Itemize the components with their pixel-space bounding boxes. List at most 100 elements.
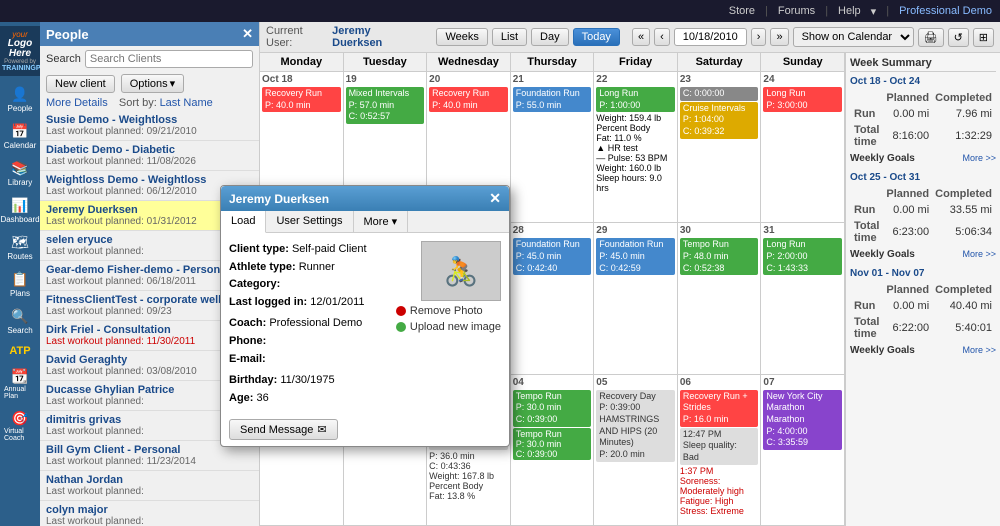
calendar-cell[interactable]: 30Tempo Run P: 48.0 min C: 0:52:38 [678,223,762,373]
demo-link[interactable]: Professional Demo [899,5,992,17]
calendar-event[interactable]: Recovery Run P: 40.0 min [429,87,508,112]
sidebar-item-library[interactable]: 📚 Library [2,156,38,191]
table-row: Total time8:16:001:32:29 [852,123,994,149]
calendar-cell[interactable]: 06Recovery Run + Strides P: 16.0 min12:4… [678,375,762,525]
send-message-button[interactable]: Send Message ✉ [229,419,338,440]
calendar-event[interactable]: Tempo Run P: 30.0 min C: 0:39:00 [513,428,592,460]
options-label: Options [130,78,168,90]
goals-more-link[interactable]: More >> [962,249,996,260]
client-name: Susie Demo - Weightloss [46,114,253,126]
calendar-event[interactable]: Mixed Intervals P: 57.0 min C: 0:52:57 [346,87,425,124]
calendar-cell[interactable]: 23C: 0:00:00Cruise Intervals P: 1:04:00 … [678,72,762,222]
client-date: Last workout planned: [46,516,253,526]
tab-load[interactable]: Load [221,211,266,233]
sidebar-item-routes[interactable]: 🗺 Routes [2,230,38,265]
upload-photo-button[interactable]: Upload new image [396,321,501,333]
nav-last-button[interactable]: » [770,28,788,46]
nav-routes-label: Routes [7,252,32,261]
logo-logo: Logo Here [2,39,38,59]
sidebar-header: People ✕ [40,22,259,46]
cell-date: 04 [513,377,592,388]
summary-range: Nov 01 - Nov 07 [850,268,996,279]
sidebar-item-annualplan[interactable]: 📆 Annual Plan [2,364,38,404]
view-today-button[interactable]: Today [573,28,620,46]
sidebar-item-atp[interactable]: ATP [2,341,38,362]
help-link[interactable]: Help [838,5,861,17]
new-client-button[interactable]: New client [46,75,115,93]
coach-row: Coach: Professional Demo [229,315,388,333]
calendar-cell[interactable]: 28 Foundation Run P: 45.0 min C: 0:42:40 [511,223,595,373]
calendar-cell[interactable]: 21Foundation Run P: 55.0 min [511,72,595,222]
nav-plans-label: Plans [10,289,30,298]
calendar-event[interactable]: Long Run P: 3:00:00 [763,87,842,112]
goals-more-link[interactable]: More >> [962,153,996,164]
date-display[interactable]: 10/18/2010 [674,28,747,46]
calendar-event[interactable]: Recovery Run P: 40.0 min [262,87,341,112]
print-button[interactable]: 🖨 [918,28,944,47]
tab-user-settings[interactable]: User Settings [266,211,353,232]
cell-date: 19 [346,74,425,85]
remove-photo-button[interactable]: Remove Photo [396,305,501,317]
goals-more-link[interactable]: More >> [962,345,996,356]
top-bar: Store | Forums | Help ▾ | Professional D… [0,0,1000,22]
calendar-cell[interactable]: 05Recovery Day P: 0:39:00 HAMSTRINGS AND… [594,375,678,525]
calendar-event[interactable]: C: 0:00:00 [680,87,759,101]
options-button[interactable]: Options ▾ [121,74,184,93]
summary-table: PlannedCompletedRun0.00 mi7.96 miTotal t… [850,89,996,151]
nav-next-button[interactable]: › [751,28,767,46]
day-header: Thursday [511,53,595,71]
view-day-button[interactable]: Day [531,28,569,46]
nav-prev-button[interactable]: ‹ [654,28,670,46]
list-item[interactable]: Diabetic Demo - DiabeticLast workout pla… [40,141,259,171]
calendar-event[interactable]: Foundation Run P: 45.0 min C: 0:42:40 [513,238,592,275]
nav-first-button[interactable]: « [632,28,650,46]
calendar-header-row: MondayTuesdayWednesdayThursdayFridaySatu… [260,53,845,72]
calendar-cell[interactable]: 24Long Run P: 3:00:00 [761,72,845,222]
list-item[interactable]: colyn majorLast workout planned: [40,501,259,526]
sidebar-item-dashboard[interactable]: 📊 Dashboard [2,193,38,228]
sidebar-item-virtualcoach[interactable]: 🎯 Virtual Coach [2,406,38,446]
sidebar-close-button[interactable]: ✕ [242,26,253,42]
calendar-cell[interactable]: 22Long Run P: 1:00:00Weight: 159.4 lbPer… [594,72,678,222]
calendar-event[interactable]: Foundation Run P: 45.0 min C: 0:42:59 [596,238,675,275]
cyclist-icon: 🚴 [444,255,479,288]
summary-range: Oct 25 - Oct 31 [850,172,996,183]
sidebar-item-search[interactable]: 🔍 Search [2,304,38,339]
calendar-cell[interactable]: 29Foundation Run P: 45.0 min C: 0:42:59 [594,223,678,373]
calendar-cell[interactable]: 07New York City Marathon Marathon P: 4:0… [761,375,845,525]
more-details-link[interactable]: More Details [46,97,108,109]
calendar-event[interactable]: Tempo Run P: 48.0 min C: 0:52:38 [680,238,759,275]
grid-button[interactable]: ⊞ [973,28,994,47]
calendar-event[interactable]: Recovery Day P: 0:39:00 HAMSTRINGS AND H… [596,390,675,462]
calendar-cell[interactable]: 04 Tempo Run P: 30.0 min C: 0:39:00Tempo … [511,375,595,525]
chevron-down-icon: ▾ [170,77,176,90]
calendar-event[interactable]: Tempo Run P: 30.0 min C: 0:39:00 [513,390,592,427]
week-summary: Week SummaryOct 18 - Oct 24PlannedComple… [845,53,1000,526]
refresh-button[interactable]: ↺ [948,28,969,47]
search-input[interactable] [85,50,253,68]
sidebar-item-plans[interactable]: 📋 Plans [2,267,38,302]
calendar-event[interactable]: Long Run P: 2:00:00 C: 1:43:33 [763,238,842,275]
show-cal-select[interactable]: Show on Calendar [793,27,914,47]
calendar-event[interactable]: Long Run P: 1:00:00 [596,87,675,112]
sidebar-item-people[interactable]: 👤 People [2,82,38,117]
list-item[interactable]: Susie Demo - WeightlossLast workout plan… [40,111,259,141]
calendar-event[interactable]: Cruise Intervals P: 1:04:00 C: 0:39:32 [680,102,759,139]
sidebar-item-calendar[interactable]: 📅 Calendar [2,119,38,154]
calendar-event[interactable]: New York City Marathon Marathon P: 4:00:… [763,390,842,450]
sort-field-link[interactable]: Last Name [160,97,213,109]
view-weeks-button[interactable]: Weeks [436,28,487,46]
calendar-event[interactable]: Foundation Run P: 55.0 min [513,87,592,112]
view-list-button[interactable]: List [492,28,527,46]
modal-close-button[interactable]: ✕ [489,190,501,207]
day-header: Monday [260,53,344,71]
calendar-cell[interactable]: 31Long Run P: 2:00:00 C: 1:43:33 [761,223,845,373]
calendar-event[interactable]: Recovery Run + Strides P: 16.0 min [680,390,759,427]
list-item[interactable]: Nathan JordanLast workout planned: [40,471,259,501]
forums-link[interactable]: Forums [778,5,815,17]
cell-date: 28 [513,225,592,236]
calendar-event[interactable]: 12:47 PM Sleep quality: Bad [680,428,759,465]
store-link[interactable]: Store [729,5,755,17]
dashboard-icon: 📊 [11,197,28,214]
tab-more[interactable]: More ▾ [354,211,409,232]
